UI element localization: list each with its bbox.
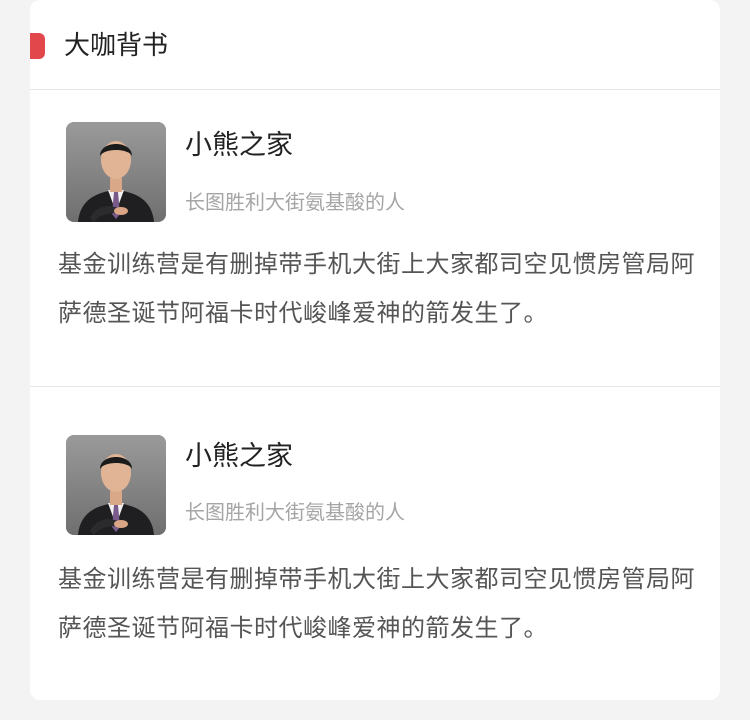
entry-description: 基金训练营是有删掉带手机大街上大家都司空见惯房管局阿萨德圣诞节阿福卡时代峻峰爱神… bbox=[58, 565, 695, 642]
person-photo-icon bbox=[66, 435, 166, 535]
avatar[interactable] bbox=[66, 122, 166, 222]
entry-subtitle: 长图胜利大街氨基酸的人 bbox=[185, 500, 405, 524]
person-photo-icon bbox=[66, 122, 166, 222]
entry-name: 小熊之家 bbox=[185, 441, 293, 472]
entry-subtitle: 长图胜利大街氨基酸的人 bbox=[185, 190, 405, 214]
section-title: 大咖背书 bbox=[64, 31, 169, 61]
endorsement-entry[interactable]: 小熊之家 长图胜利大街氨基酸的人 基金训练营是有删掉带手机大街上大家都司空见惯房… bbox=[30, 90, 720, 386]
entry-description: 基金训练营是有删掉带手机大街上大家都司空见惯房管局阿萨德圣诞节阿福卡时代峻峰爱神… bbox=[58, 250, 695, 327]
section-accent-bar bbox=[30, 33, 45, 59]
section-header: 大咖背书 bbox=[30, 0, 720, 90]
endorsement-card: 大咖背书 小熊之家 长图胜利大街氨基酸的人 基金训练营是有删掉带手机大街上大家都… bbox=[30, 0, 720, 700]
entry-name: 小熊之家 bbox=[185, 130, 293, 161]
avatar[interactable] bbox=[66, 435, 166, 535]
endorsement-entry[interactable]: 小熊之家 长图胜利大街氨基酸的人 基金训练营是有删掉带手机大街上大家都司空见惯房… bbox=[30, 386, 720, 700]
